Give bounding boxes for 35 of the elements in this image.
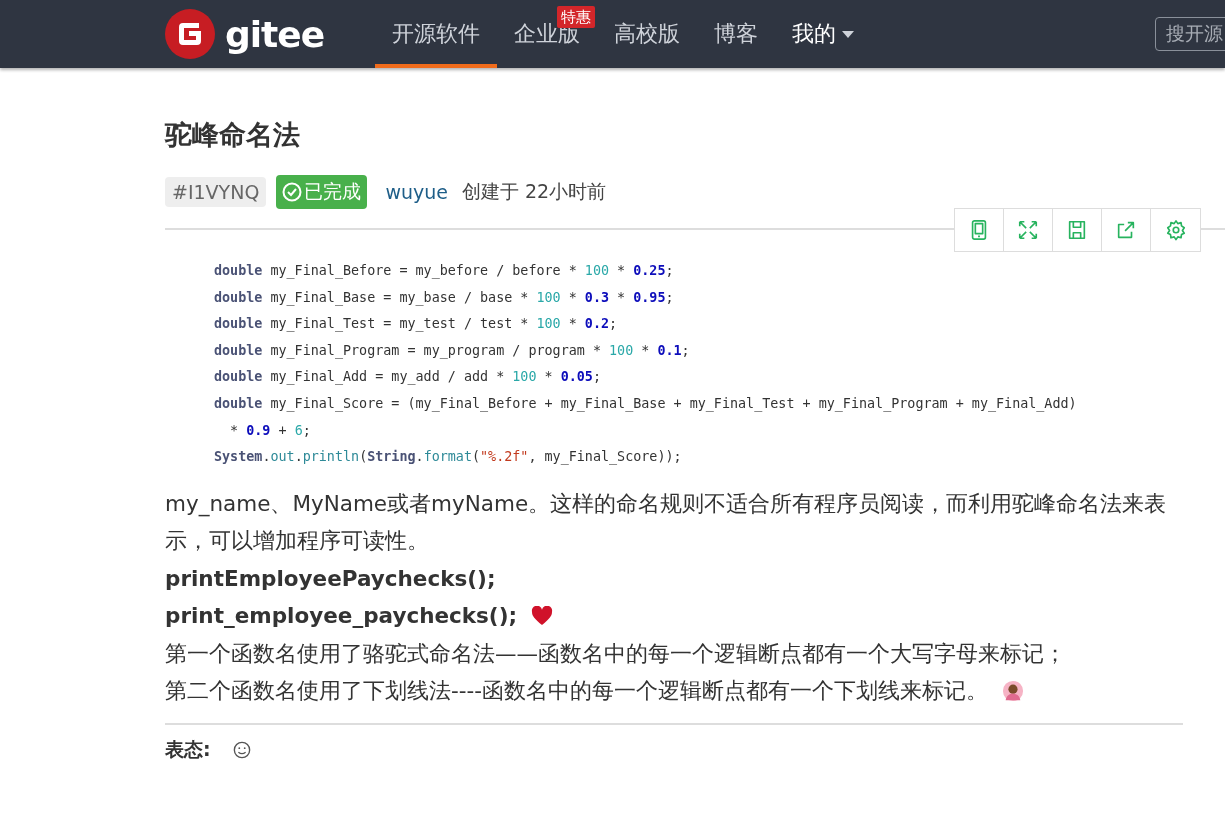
nav-tab[interactable]: 高校版 <box>597 0 697 68</box>
nav-tab[interactable]: 开源软件 <box>375 0 497 68</box>
search-field[interactable]: 搜开源 <box>1155 17 1225 51</box>
code-line: * 0.9 + 6; <box>229 421 312 440</box>
code-line: double my_Final_Base = my_base / base * 100 * 0.3 * 0.95; <box>214 288 675 308</box>
logo-text[interactable]: gitee <box>225 13 325 55</box>
paragraph: 第一个函数名使用了骆驼式命名法——函数名中的每一个逻辑断点都有一个大写字母来标记； <box>165 639 1066 668</box>
paragraph: my_name、MyName或者myName。这样的命名规则不适合所有程序员阅读，而利用驼峰命名法来表示，可以增加程序可读性。 <box>165 489 1168 556</box>
paragraph: print_employee_paychecks(); <box>165 602 518 631</box>
reactions-label: 表态: <box>165 736 211 762</box>
code-line: double my_Final_Program = my_program / program * 100 * 0.1; <box>214 341 691 361</box>
heart-icon <box>531 606 554 626</box>
gear-icon <box>1164 219 1187 241</box>
author-link[interactable]: wuyue <box>385 181 448 203</box>
promo-badge: 特惠 <box>557 6 595 28</box>
save-icon <box>1066 219 1088 241</box>
issue-id: #I1VYNQ <box>165 177 267 207</box>
share-icon <box>1115 219 1137 241</box>
paragraph: 第二个函数名使用了下划线法----函数名中的每一个逻辑断点都有一个下划线来标记。 <box>165 677 989 706</box>
person-icon <box>1002 680 1025 702</box>
paragraph: printEmployeePaychecks(); <box>165 564 496 593</box>
code-line: double my_Final_Add = my_add / add * 100 * 0.05; <box>214 368 602 387</box>
code-line: double my_Final_Test = my_test / test * 100 * 0.2; <box>214 315 619 334</box>
logo-icon[interactable] <box>165 9 215 59</box>
expand-icon <box>1017 219 1039 241</box>
nav-tab[interactable]: 博客 <box>697 0 775 68</box>
status-text: 已完成 <box>304 179 362 204</box>
code-line: System.out.println(String.format("%.2f", my_Final_Score)); <box>214 448 683 467</box>
code-line: double my_Final_Before = my_before / before * 100 * 0.25; <box>214 262 675 281</box>
issue-title: 驼峰命名法 <box>165 118 301 152</box>
created-time: 创建于 22小时前 <box>461 179 607 204</box>
code-line: double my_Final_Score = (my_Final_Before + my_Final_Base + my_Final_Test + my_Final_Program + my_Final_Add) <box>214 394 1078 414</box>
check-circle-icon <box>282 182 303 202</box>
nav-tab[interactable]: 我的 <box>775 0 871 68</box>
add-reaction-icon[interactable] <box>232 740 251 759</box>
